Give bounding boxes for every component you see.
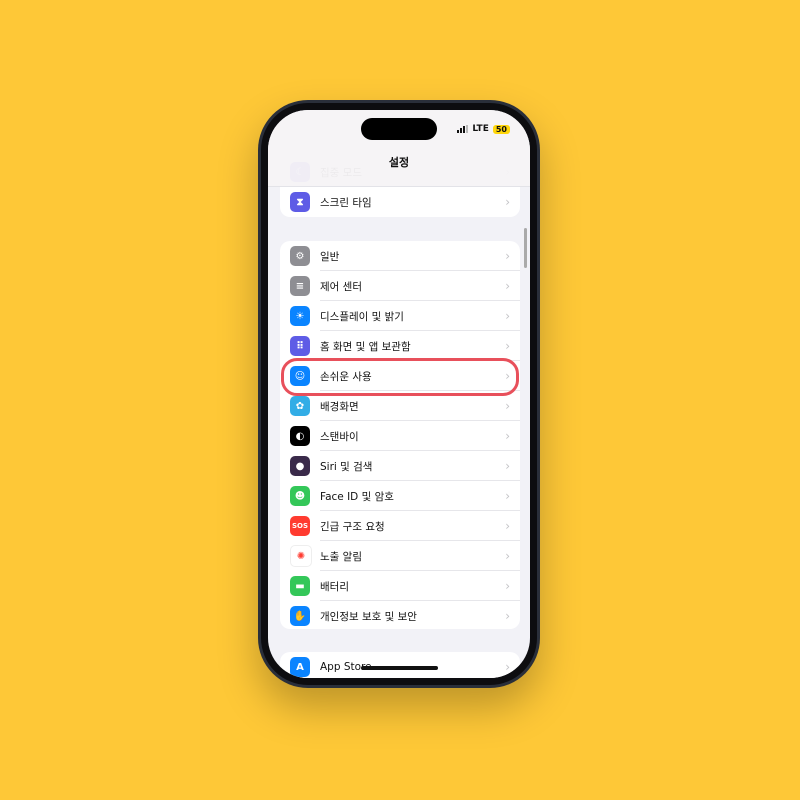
standby-icon: ◐: [290, 426, 310, 446]
chevron-right-icon: ›: [505, 249, 510, 263]
sun-icon: ☀: [290, 306, 310, 326]
chevron-right-icon: ›: [505, 519, 510, 533]
settings-row[interactable]: ▬ 배터리 ›: [280, 571, 520, 601]
settings-row[interactable]: A App Store ›: [280, 652, 520, 678]
settings-row-label: 홈 화면 및 앱 보관함: [320, 340, 411, 353]
chevron-right-icon: ›: [505, 339, 510, 353]
settings-row[interactable]: ● Siri 및 검색 ›: [280, 451, 520, 481]
page-title: 설정: [388, 156, 410, 169]
sos-icon: SOS: [290, 516, 310, 536]
chevron-right-icon: ›: [505, 459, 510, 473]
chevron-right-icon: ›: [505, 399, 510, 413]
settings-row[interactable]: ☻ Face ID 및 암호 ›: [280, 481, 520, 511]
settings-row-label: 배터리: [320, 580, 349, 593]
settings-row-label: 개인정보 보호 및 보안: [320, 610, 417, 623]
settings-row[interactable]: ⚙ 일반 ›: [280, 241, 520, 271]
dynamic-island: [361, 118, 437, 140]
home-indicator[interactable]: [361, 666, 438, 670]
nav-header: LTE 50 설정: [268, 110, 530, 187]
settings-row[interactable]: ☀ 디스플레이 및 밝기 ›: [280, 301, 520, 331]
app-store-icon: A: [290, 657, 310, 677]
settings-row-label: 스탠바이: [320, 430, 359, 443]
chevron-right-icon: ›: [505, 609, 510, 623]
gear-icon: ⚙: [290, 246, 310, 266]
face-id-icon: ☻: [290, 486, 310, 506]
battery-badge: 50: [492, 124, 510, 134]
settings-row-label: 배경화면: [320, 400, 359, 413]
settings-row[interactable]: ⧗ 스크린 타임 ›: [280, 187, 520, 217]
settings-group-3: A App Store ›: [280, 652, 520, 678]
settings-row-label: Face ID 및 암호: [320, 490, 394, 503]
chevron-right-icon: ›: [505, 195, 510, 209]
settings-row-label: 디스플레이 및 밝기: [320, 310, 404, 323]
highlight-annotation: [281, 358, 519, 396]
settings-row-label: Siri 및 검색: [320, 460, 373, 473]
settings-row[interactable]: ✋ 개인정보 보호 및 보안 ›: [280, 601, 520, 629]
settings-row-label: 긴급 구조 요청: [320, 520, 385, 533]
hand-icon: ✋: [290, 606, 310, 626]
flower-icon: ✿: [290, 396, 310, 416]
hourglass-icon: ⧗: [290, 192, 310, 212]
chevron-right-icon: ›: [505, 549, 510, 563]
network-label: LTE: [472, 124, 489, 134]
settings-row[interactable]: ◐ 스탠바이 ›: [280, 421, 520, 451]
battery-icon: ▬: [290, 576, 310, 596]
scrollbar[interactable]: [524, 228, 527, 268]
settings-row-label: 노출 알림: [320, 550, 362, 563]
app-grid-icon: ⠿: [290, 336, 310, 356]
settings-row-label: 일반: [320, 250, 340, 263]
status-bar: LTE 50: [457, 124, 510, 134]
signal-icon: [457, 125, 469, 133]
settings-row[interactable]: ✺ 노출 알림 ›: [280, 541, 520, 571]
settings-row[interactable]: SOS 긴급 구조 요청 ›: [280, 511, 520, 541]
settings-group-2: ⚙ 일반 › ≡ 제어 센터 › ☀ 디스플레이 및 밝기 › ⠿ 홈 화면 및 앱 보관함 › ☺ 손쉬…: [280, 241, 520, 629]
settings-row-label: 제어 센터: [320, 280, 362, 293]
toggles-icon: ≡: [290, 276, 310, 296]
exposure-icon: ✺: [290, 545, 312, 567]
chevron-right-icon: ›: [505, 279, 510, 293]
chevron-right-icon: ›: [505, 489, 510, 503]
chevron-right-icon: ›: [505, 579, 510, 593]
chevron-right-icon: ›: [505, 660, 510, 674]
siri-icon: ●: [290, 456, 310, 476]
settings-row[interactable]: ⠿ 홈 화면 및 앱 보관함 ›: [280, 331, 520, 361]
settings-row-label: 스크린 타임: [320, 196, 372, 209]
settings-row[interactable]: ≡ 제어 센터 ›: [280, 271, 520, 301]
chevron-right-icon: ›: [505, 309, 510, 323]
chevron-right-icon: ›: [505, 429, 510, 443]
